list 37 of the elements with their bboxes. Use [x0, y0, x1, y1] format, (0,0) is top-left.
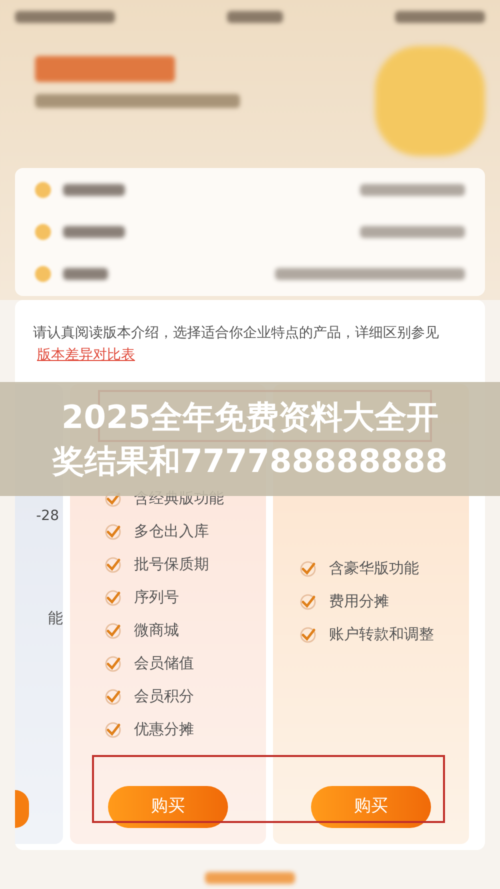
intro-text: 请认真阅读版本介绍，选择适合你企业特点的产品，详细区别参见 版本差异对比表 [32, 324, 440, 365]
status-bar-blur [227, 11, 283, 23]
banner-text: 2025全年免费资料大全开 [61, 397, 439, 438]
feature-text: 费用分摊 [329, 591, 389, 612]
buy-button[interactable]: 购买 [108, 786, 228, 828]
feature-text: 会员储值 [134, 653, 194, 674]
feature-text: 多仓出入库 [134, 521, 209, 542]
coin-icon [35, 224, 51, 240]
feature-text: 优惠分摊 [134, 719, 194, 740]
checkmark-icon [104, 688, 122, 706]
feature-text: 账户转款和调整 [329, 624, 434, 645]
buy-button[interactable]: 购买 [311, 786, 431, 828]
comparison-link[interactable]: 版本差异对比表 [37, 347, 135, 363]
feature-text: 批号保质期 [134, 554, 209, 575]
coin-icon [35, 182, 51, 198]
checkmark-icon [299, 560, 317, 578]
feature-text: 序列号 [134, 587, 179, 608]
banner-text: 奖结果和777788888888 [52, 441, 448, 482]
blurred-text [63, 226, 125, 238]
coin-icon [35, 266, 51, 282]
buy-button[interactable] [15, 790, 29, 828]
blurred-text [63, 184, 125, 196]
blurred-text [63, 268, 108, 280]
checkmark-icon [104, 622, 122, 640]
feature-text: 微商城 [134, 620, 179, 641]
checkmark-icon [104, 654, 122, 672]
feature-text: 会员积分 [134, 686, 194, 707]
plan-date: -28 [36, 507, 60, 526]
checkmark-icon [104, 588, 122, 606]
checkmark-icon [104, 556, 122, 574]
checkmark-icon [104, 522, 122, 540]
checkmark-icon [104, 720, 122, 738]
feature-text: 含经典版功能 [134, 488, 224, 509]
checkmark-icon [299, 626, 317, 644]
checkmark-icon [299, 592, 317, 610]
feature-text: 含豪华版功能 [329, 558, 419, 579]
feature-text: 能 [48, 608, 63, 629]
